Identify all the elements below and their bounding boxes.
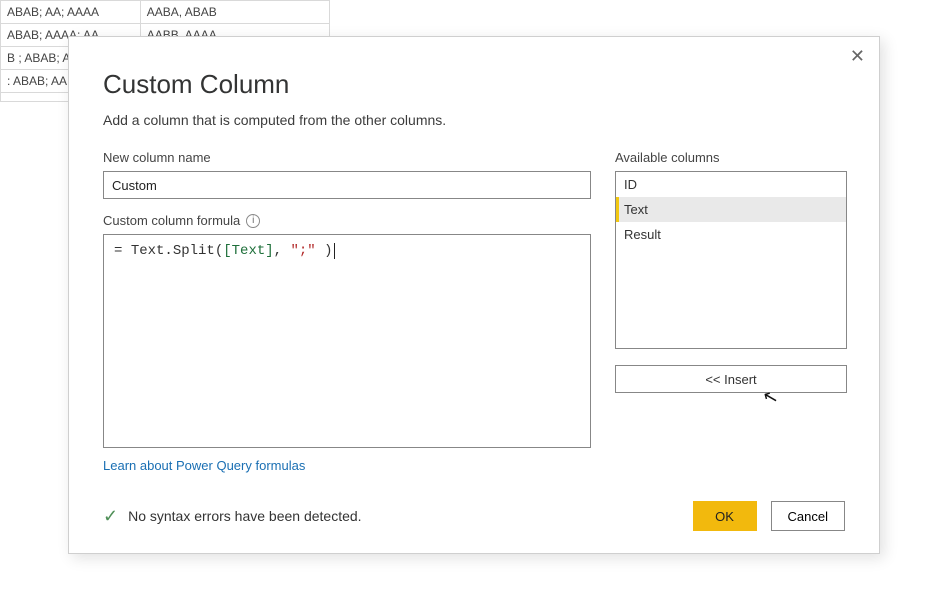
new-column-name-input[interactable] <box>103 171 591 199</box>
available-columns-label: Available columns <box>615 150 847 165</box>
ok-button[interactable]: OK <box>693 501 757 531</box>
available-columns-list[interactable]: IDTextResult <box>615 171 847 349</box>
grid-cell[interactable]: AABA, ABAB <box>140 1 329 24</box>
new-column-name-label: New column name <box>103 150 591 165</box>
learn-link[interactable]: Learn about Power Query formulas <box>103 458 305 473</box>
insert-button[interactable]: << Insert <box>615 365 847 393</box>
available-column-item[interactable]: Result <box>616 222 846 247</box>
available-column-item[interactable]: ID <box>616 172 846 197</box>
status-text: No syntax errors have been detected. <box>128 508 361 524</box>
grid-cell[interactable]: ABAB; AA; AAAA <box>1 1 141 24</box>
formula-open: ( <box>215 243 223 259</box>
formula-string: ";" <box>290 243 315 259</box>
info-icon[interactable]: i <box>246 214 260 228</box>
formula-sep: , <box>274 243 291 259</box>
text-cursor <box>334 243 335 259</box>
formula-prefix: = <box>114 243 131 259</box>
formula-label: Custom column formula <box>103 213 240 228</box>
formula-input[interactable]: = Text.Split([Text], ";" ) <box>103 234 591 448</box>
formula-tail: ) <box>316 243 333 259</box>
formula-func: Text.Split <box>131 243 215 259</box>
available-column-item[interactable]: Text <box>616 197 846 222</box>
cancel-button[interactable]: Cancel <box>771 501 845 531</box>
custom-column-dialog: ✕ Custom Column Add a column that is com… <box>68 36 880 554</box>
dialog-title: Custom Column <box>103 69 845 100</box>
formula-colref: [Text] <box>223 243 273 259</box>
close-icon[interactable]: ✕ <box>850 47 865 65</box>
check-icon: ✓ <box>103 507 118 525</box>
dialog-subtitle: Add a column that is computed from the o… <box>103 112 845 128</box>
